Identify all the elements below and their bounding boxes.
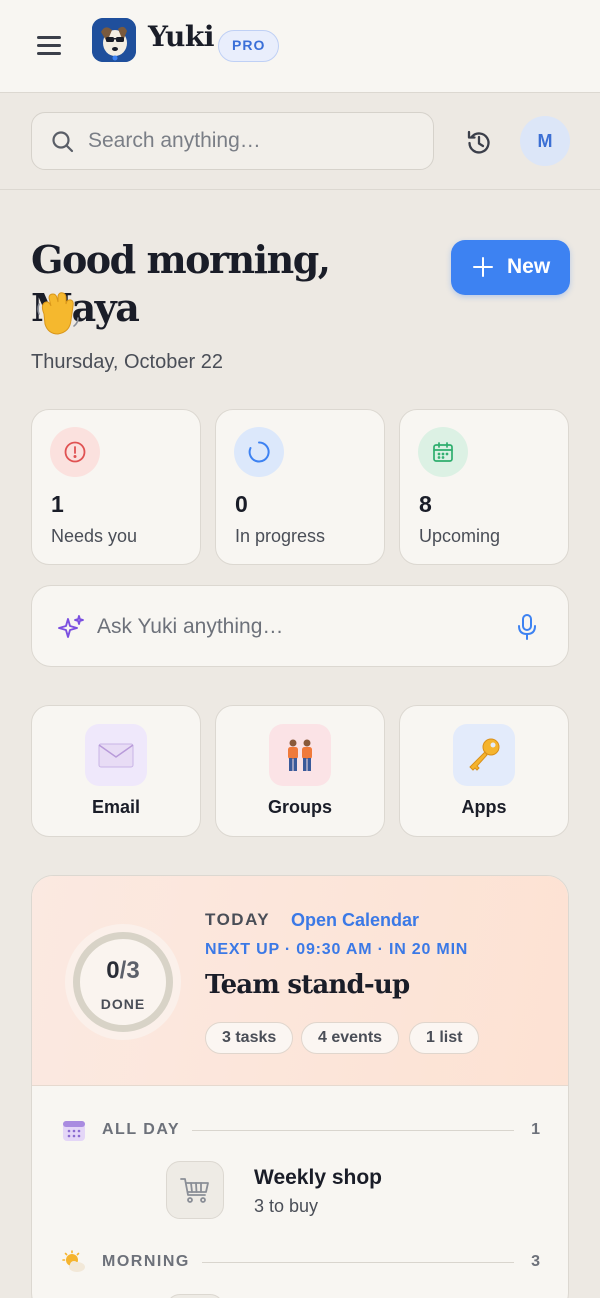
section-label: ALL DAY — [102, 1121, 181, 1138]
stat-card-needs-you[interactable]: 1 Needs you — [31, 409, 201, 565]
brand-logo[interactable] — [92, 18, 136, 62]
stat-label: In progress — [235, 526, 326, 546]
section-count: 1 — [531, 1121, 540, 1138]
next-up-time: NEXT UP · 09:30 AM · IN 20 MIN — [205, 941, 469, 958]
section-label: MORNING — [102, 1253, 190, 1270]
alert-icon — [50, 427, 100, 477]
calendar-grid-icon — [63, 1121, 85, 1141]
stat-count: 0 — [235, 491, 248, 517]
section-divider — [202, 1262, 514, 1263]
progress-fraction: 0/3 — [106, 957, 140, 984]
tile-label: Apps — [461, 797, 507, 817]
today-header: 0/3 DONE TODAY Open Calendar NEXT UP · 0… — [32, 876, 568, 1086]
tile-label: Groups — [267, 797, 332, 817]
top-bar: Yuki PRO — [0, 0, 600, 93]
stat-label: Needs you — [51, 526, 138, 546]
key-icon — [453, 724, 515, 786]
chip-events[interactable]: 4 events — [301, 1022, 400, 1054]
chip-tasks[interactable]: 3 tasks — [205, 1022, 294, 1054]
greeting-title: Good morning, Maya — [31, 236, 431, 332]
sun-cloud-icon — [62, 1250, 85, 1272]
ask-placeholder: Ask Yuki anything… — [97, 615, 284, 638]
list-item-icon[interactable] — [166, 1294, 224, 1298]
search-icon — [52, 131, 74, 153]
pro-badge: PRO — [218, 30, 280, 62]
tile-email[interactable]: Email — [31, 705, 201, 837]
tile-groups[interactable]: Groups — [215, 705, 385, 837]
item-subtitle: 3 to buy — [254, 1196, 319, 1216]
progress-icon — [234, 427, 284, 477]
section-morning: MORNING 3 — [62, 1250, 540, 1274]
calendar-icon — [418, 427, 468, 477]
user-avatar[interactable]: M — [520, 116, 570, 166]
today-card: 0/3 DONE TODAY Open Calendar NEXT UP · 0… — [31, 875, 569, 1298]
stat-label: Upcoming — [419, 526, 501, 546]
section-count: 3 — [531, 1253, 540, 1270]
current-date: Thursday, October 22 — [31, 351, 223, 373]
new-button[interactable]: New — [451, 240, 570, 295]
people-icon — [269, 724, 331, 786]
envelope-icon — [85, 724, 147, 786]
microphone-icon[interactable] — [514, 613, 540, 641]
stat-card-upcoming[interactable]: 8 Upcoming — [399, 409, 569, 565]
new-button-label: New — [507, 255, 551, 278]
stat-card-in-progress[interactable]: 0 In progress — [215, 409, 385, 565]
tile-label: Email — [91, 797, 141, 817]
history-icon[interactable] — [462, 126, 496, 160]
stat-count: 1 — [51, 491, 64, 517]
menu-icon[interactable] — [35, 33, 63, 57]
progress-ring: 0/3 DONE — [65, 924, 181, 1040]
section-divider — [192, 1130, 514, 1131]
search-input[interactable] — [88, 113, 418, 168]
open-calendar-link[interactable]: Open Calendar — [291, 910, 419, 931]
chip-lists[interactable]: 1 list — [409, 1022, 480, 1054]
ask-yuki-input[interactable]: Ask Yuki anything… — [31, 585, 569, 667]
today-label: TODAY — [205, 910, 271, 929]
search-row: M — [0, 93, 600, 190]
brand-name: Yuki — [148, 20, 214, 53]
stat-count: 8 — [419, 491, 432, 517]
section-all-day: ALL DAY 1 — [62, 1118, 540, 1142]
progress-done-label: DONE — [100, 996, 146, 1012]
shopping-cart-icon[interactable] — [166, 1161, 224, 1219]
plus-icon — [473, 257, 493, 277]
waving-hand-icon: 👋 — [34, 290, 82, 338]
next-event-title[interactable]: Team stand-up — [205, 970, 410, 1000]
item-title[interactable]: Weekly shop — [254, 1166, 382, 1190]
search-box[interactable] — [31, 112, 434, 170]
sparkle-icon — [58, 615, 84, 638]
tile-apps[interactable]: Apps — [399, 705, 569, 837]
